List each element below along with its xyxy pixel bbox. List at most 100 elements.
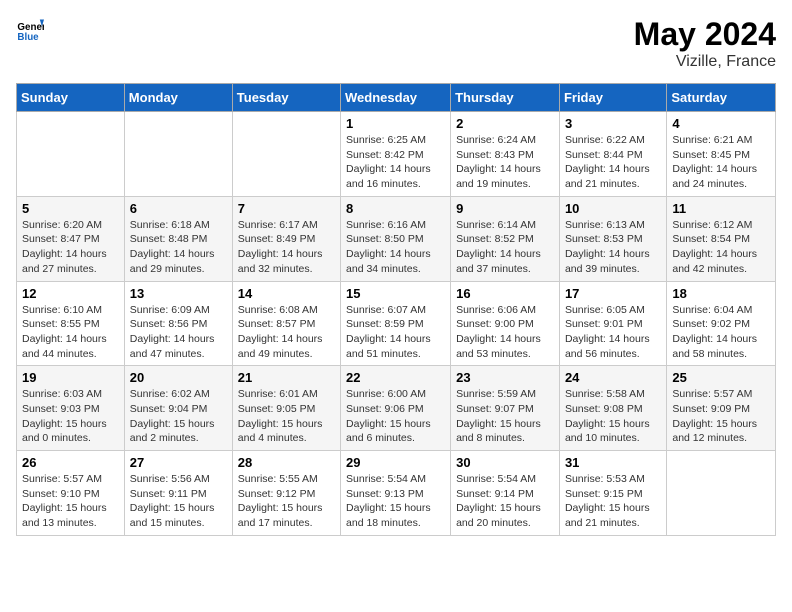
day-number: 24 [565, 370, 661, 385]
calendar-cell: 11 Sunrise: 6:12 AM Sunset: 8:54 PM Dayli… [667, 196, 776, 281]
day-number: 9 [456, 201, 554, 216]
calendar-cell: 1 Sunrise: 6:25 AM Sunset: 8:42 PM Daylig… [341, 112, 451, 197]
day-number: 23 [456, 370, 554, 385]
day-number: 16 [456, 286, 554, 301]
day-info: Sunrise: 6:04 AM Sunset: 9:02 PM Dayligh… [672, 303, 770, 362]
day-info: Sunrise: 5:54 AM Sunset: 9:13 PM Dayligh… [346, 472, 445, 531]
day-number: 26 [22, 455, 119, 470]
day-info: Sunrise: 5:54 AM Sunset: 9:14 PM Dayligh… [456, 472, 554, 531]
day-info: Sunrise: 6:21 AM Sunset: 8:45 PM Dayligh… [672, 133, 770, 192]
weekday-header-thursday: Thursday [451, 84, 560, 112]
day-number: 10 [565, 201, 661, 216]
title-block: May 2024 Vizille, France [634, 16, 776, 71]
day-info: Sunrise: 6:00 AM Sunset: 9:06 PM Dayligh… [346, 387, 445, 446]
calendar-cell: 19 Sunrise: 6:03 AM Sunset: 9:03 PM Dayli… [17, 366, 125, 451]
day-number: 27 [130, 455, 227, 470]
week-row-5: 26 Sunrise: 5:57 AM Sunset: 9:10 PM Dayli… [17, 451, 776, 536]
calendar-cell: 2 Sunrise: 6:24 AM Sunset: 8:43 PM Daylig… [451, 112, 560, 197]
day-info: Sunrise: 5:53 AM Sunset: 9:15 PM Dayligh… [565, 472, 661, 531]
day-info: Sunrise: 6:03 AM Sunset: 9:03 PM Dayligh… [22, 387, 119, 446]
week-row-2: 5 Sunrise: 6:20 AM Sunset: 8:47 PM Daylig… [17, 196, 776, 281]
day-number: 21 [238, 370, 335, 385]
weekday-header-friday: Friday [559, 84, 666, 112]
calendar-cell: 17 Sunrise: 6:05 AM Sunset: 9:01 PM Dayli… [559, 281, 666, 366]
calendar-cell: 15Sunrise: 6:07 AM Sunset: 8:59 PM Dayli… [341, 281, 451, 366]
day-number: 28 [238, 455, 335, 470]
location: Vizille, France [634, 53, 776, 71]
day-info: Sunrise: 6:24 AM Sunset: 8:43 PM Dayligh… [456, 133, 554, 192]
day-info: Sunrise: 5:55 AM Sunset: 9:12 PM Dayligh… [238, 472, 335, 531]
day-number: 4 [672, 116, 770, 131]
day-info: Sunrise: 6:22 AM Sunset: 8:44 PM Dayligh… [565, 133, 661, 192]
calendar-cell: 23 Sunrise: 5:59 AM Sunset: 9:07 PM Dayli… [451, 366, 560, 451]
weekday-header-sunday: Sunday [17, 84, 125, 112]
day-info: Sunrise: 6:05 AM Sunset: 9:01 PM Dayligh… [565, 303, 661, 362]
day-info: Sunrise: 6:06 AM Sunset: 9:00 PM Dayligh… [456, 303, 554, 362]
calendar-cell: 4 Sunrise: 6:21 AM Sunset: 8:45 PM Daylig… [667, 112, 776, 197]
calendar-cell: 20Sunrise: 6:02 AM Sunset: 9:04 PM Dayli… [124, 366, 232, 451]
calendar-cell: 14Sunrise: 6:08 AM Sunset: 8:57 PM Dayli… [232, 281, 340, 366]
day-number: 11 [672, 201, 770, 216]
day-number: 19 [22, 370, 119, 385]
day-info: Sunrise: 6:25 AM Sunset: 8:42 PM Dayligh… [346, 133, 445, 192]
day-number: 13 [130, 286, 227, 301]
day-info: Sunrise: 5:56 AM Sunset: 9:11 PM Dayligh… [130, 472, 227, 531]
calendar-cell [232, 112, 340, 197]
day-info: Sunrise: 6:07 AM Sunset: 8:59 PM Dayligh… [346, 303, 445, 362]
calendar-cell [17, 112, 125, 197]
calendar-cell: 12Sunrise: 6:10 AM Sunset: 8:55 PM Dayli… [17, 281, 125, 366]
calendar-cell: 10 Sunrise: 6:13 AM Sunset: 8:53 PM Dayli… [559, 196, 666, 281]
day-number: 1 [346, 116, 445, 131]
calendar-cell: 8 Sunrise: 6:16 AM Sunset: 8:50 PM Daylig… [341, 196, 451, 281]
calendar-cell: 31 Sunrise: 5:53 AM Sunset: 9:15 PM Dayli… [559, 451, 666, 536]
day-number: 8 [346, 201, 445, 216]
weekday-header-monday: Monday [124, 84, 232, 112]
weekday-header-tuesday: Tuesday [232, 84, 340, 112]
day-info: Sunrise: 6:16 AM Sunset: 8:50 PM Dayligh… [346, 218, 445, 277]
day-number: 2 [456, 116, 554, 131]
calendar-cell: 30 Sunrise: 5:54 AM Sunset: 9:14 PM Dayli… [451, 451, 560, 536]
page-header: General Blue May 2024 Vizille, France [16, 16, 776, 71]
calendar-cell: 29Sunrise: 5:54 AM Sunset: 9:13 PM Dayli… [341, 451, 451, 536]
day-info: Sunrise: 6:09 AM Sunset: 8:56 PM Dayligh… [130, 303, 227, 362]
day-info: Sunrise: 5:57 AM Sunset: 9:10 PM Dayligh… [22, 472, 119, 531]
day-number: 5 [22, 201, 119, 216]
week-row-4: 19 Sunrise: 6:03 AM Sunset: 9:03 PM Dayli… [17, 366, 776, 451]
day-info: Sunrise: 6:14 AM Sunset: 8:52 PM Dayligh… [456, 218, 554, 277]
day-info: Sunrise: 6:18 AM Sunset: 8:48 PM Dayligh… [130, 218, 227, 277]
calendar-cell: 5 Sunrise: 6:20 AM Sunset: 8:47 PM Daylig… [17, 196, 125, 281]
day-info: Sunrise: 6:12 AM Sunset: 8:54 PM Dayligh… [672, 218, 770, 277]
weekday-header-saturday: Saturday [667, 84, 776, 112]
calendar-cell: 21 Sunrise: 6:01 AM Sunset: 9:05 PM Dayli… [232, 366, 340, 451]
day-number: 31 [565, 455, 661, 470]
day-info: Sunrise: 5:57 AM Sunset: 9:09 PM Dayligh… [672, 387, 770, 446]
calendar-cell: 25 Sunrise: 5:57 AM Sunset: 9:09 PM Dayli… [667, 366, 776, 451]
calendar-cell: 24 Sunrise: 5:58 AM Sunset: 9:08 PM Dayli… [559, 366, 666, 451]
day-info: Sunrise: 6:10 AM Sunset: 8:55 PM Dayligh… [22, 303, 119, 362]
day-number: 7 [238, 201, 335, 216]
calendar-cell: 27 Sunrise: 5:56 AM Sunset: 9:11 PM Dayli… [124, 451, 232, 536]
day-info: Sunrise: 6:13 AM Sunset: 8:53 PM Dayligh… [565, 218, 661, 277]
day-number: 6 [130, 201, 227, 216]
day-number: 18 [672, 286, 770, 301]
day-info: Sunrise: 6:20 AM Sunset: 8:47 PM Dayligh… [22, 218, 119, 277]
day-number: 20 [130, 370, 227, 385]
day-number: 17 [565, 286, 661, 301]
svg-text:Blue: Blue [17, 32, 39, 43]
day-number: 30 [456, 455, 554, 470]
day-number: 25 [672, 370, 770, 385]
weekday-header-row: SundayMondayTuesdayWednesdayThursdayFrid… [17, 84, 776, 112]
calendar-cell: 16 Sunrise: 6:06 AM Sunset: 9:00 PM Dayli… [451, 281, 560, 366]
month-year: May 2024 [634, 16, 776, 53]
day-info: Sunrise: 5:58 AM Sunset: 9:08 PM Dayligh… [565, 387, 661, 446]
week-row-3: 12Sunrise: 6:10 AM Sunset: 8:55 PM Dayli… [17, 281, 776, 366]
calendar-table: SundayMondayTuesdayWednesdayThursdayFrid… [16, 83, 776, 536]
calendar-cell: 26 Sunrise: 5:57 AM Sunset: 9:10 PM Dayli… [17, 451, 125, 536]
day-info: Sunrise: 5:59 AM Sunset: 9:07 PM Dayligh… [456, 387, 554, 446]
logo-icon: General Blue [16, 16, 44, 44]
day-info: Sunrise: 6:01 AM Sunset: 9:05 PM Dayligh… [238, 387, 335, 446]
day-number: 3 [565, 116, 661, 131]
calendar-cell: 22Sunrise: 6:00 AM Sunset: 9:06 PM Dayli… [341, 366, 451, 451]
calendar-cell [667, 451, 776, 536]
day-info: Sunrise: 6:08 AM Sunset: 8:57 PM Dayligh… [238, 303, 335, 362]
